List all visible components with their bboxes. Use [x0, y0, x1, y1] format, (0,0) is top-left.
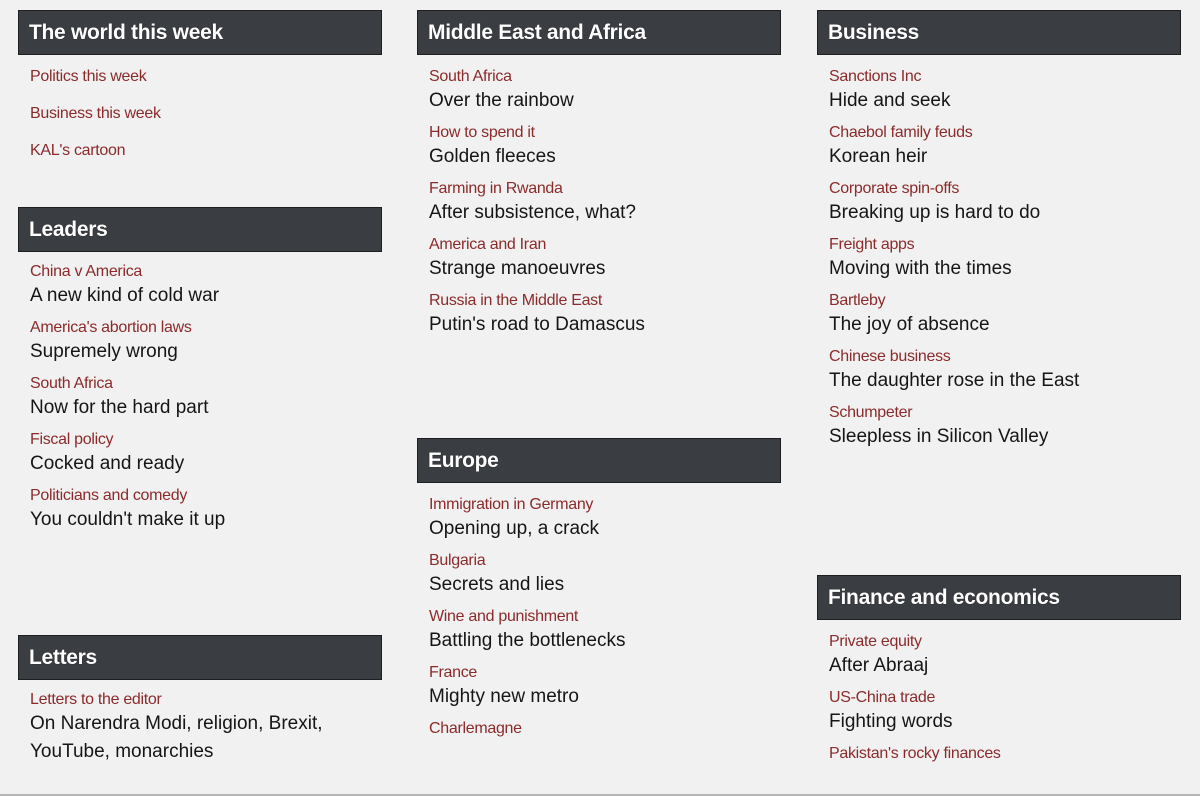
article-headline[interactable]: Supremely wrong — [30, 338, 382, 366]
section-header[interactable]: Business — [817, 10, 1181, 55]
section-world-this-week: The world this week Politics this week B… — [18, 10, 382, 161]
article-headline[interactable]: Breaking up is hard to do — [829, 199, 1181, 227]
article-headline[interactable]: Korean heir — [829, 143, 1181, 171]
article-rubric[interactable]: Private equity — [829, 632, 1181, 652]
section-middle-east-africa: Middle East and Africa South Africa Over… — [417, 10, 781, 339]
article-item[interactable]: Fiscal policy Cocked and ready — [30, 430, 382, 478]
article-rubric[interactable]: Letters to the editor — [30, 690, 352, 710]
section-header[interactable]: Middle East and Africa — [417, 10, 781, 55]
article-item[interactable]: Farming in Rwanda After subsistence, wha… — [429, 179, 781, 227]
article-headline[interactable]: You couldn't make it up — [30, 506, 382, 534]
link-kals-cartoon[interactable]: KAL's cartoon — [30, 141, 382, 161]
article-item[interactable]: Letters to the editor On Narendra Modi, … — [30, 690, 352, 766]
section-leaders: Leaders China v America A new kind of co… — [18, 207, 382, 542]
article-rubric[interactable]: How to spend it — [429, 123, 781, 143]
section-business: Business Sanctions Inc Hide and seek Cha… — [817, 10, 1181, 451]
article-headline[interactable]: On Narendra Modi, religion, Brexit, YouT… — [30, 710, 352, 766]
article-rubric[interactable]: Corporate spin-offs — [829, 179, 1181, 199]
article-item[interactable]: Wine and punishment Battling the bottlen… — [429, 607, 781, 655]
column-3: Business Sanctions Inc Hide and seek Cha… — [817, 10, 1181, 762]
article-headline[interactable]: Opening up, a crack — [429, 515, 781, 543]
article-headline[interactable]: Secrets and lies — [429, 571, 781, 599]
article-headline[interactable]: Golden fleeces — [429, 143, 781, 171]
article-rubric[interactable]: Chaebol family feuds — [829, 123, 1181, 143]
article-item[interactable]: Russia in the Middle East Putin's road t… — [429, 291, 781, 339]
link-business-this-week[interactable]: Business this week — [30, 104, 382, 124]
article-item[interactable]: Schumpeter Sleepless in Silicon Valley — [829, 403, 1181, 451]
article-rubric[interactable]: US-China trade — [829, 688, 1181, 708]
article-rubric[interactable]: Chinese business — [829, 347, 1181, 367]
article-item[interactable]: Immigration in Germany Opening up, a cra… — [429, 495, 781, 543]
article-headline[interactable]: Fighting words — [829, 708, 1181, 736]
article-rubric[interactable]: Russia in the Middle East — [429, 291, 781, 311]
section-letters: Letters Letters to the editor On Narendr… — [18, 635, 382, 774]
section-europe: Europe Immigration in Germany Opening up… — [417, 438, 781, 747]
section-header[interactable]: The world this week — [18, 10, 382, 55]
column-2: Middle East and Africa South Africa Over… — [417, 10, 781, 737]
section-header[interactable]: Finance and economics — [817, 575, 1181, 620]
article-headline[interactable]: Mighty new metro — [429, 683, 781, 711]
article-rubric[interactable]: Schumpeter — [829, 403, 1181, 423]
article-rubric[interactable]: Freight apps — [829, 235, 1181, 255]
article-rubric[interactable]: South Africa — [429, 67, 781, 87]
article-rubric[interactable]: Fiscal policy — [30, 430, 382, 450]
article-headline[interactable]: Hide and seek — [829, 87, 1181, 115]
article-headline[interactable]: Battling the bottlenecks — [429, 627, 781, 655]
article-item[interactable]: Chinese business The daughter rose in th… — [829, 347, 1181, 395]
article-rubric[interactable]: Wine and punishment — [429, 607, 781, 627]
article-rubric[interactable]: Immigration in Germany — [429, 495, 781, 515]
article-headline[interactable]: Strange manoeuvres — [429, 255, 781, 283]
article-item[interactable]: China v America A new kind of cold war — [30, 262, 382, 310]
article-item[interactable]: How to spend it Golden fleeces — [429, 123, 781, 171]
article-headline[interactable]: After Abraaj — [829, 652, 1181, 680]
article-headline[interactable]: A new kind of cold war — [30, 282, 382, 310]
article-item[interactable]: Chaebol family feuds Korean heir — [829, 123, 1181, 171]
article-rubric[interactable]: America and Iran — [429, 235, 781, 255]
section-header[interactable]: Letters — [18, 635, 382, 680]
article-headline[interactable]: Sleepless in Silicon Valley — [829, 423, 1181, 451]
section-header[interactable]: Europe — [417, 438, 781, 483]
article-item[interactable]: Pakistan's rocky finances — [829, 744, 1181, 764]
article-rubric[interactable]: America's abortion laws — [30, 318, 382, 338]
article-item[interactable]: Charlemagne — [429, 719, 781, 739]
article-rubric[interactable]: Pakistan's rocky finances — [829, 744, 1181, 764]
article-rubric[interactable]: Sanctions Inc — [829, 67, 1181, 87]
article-item[interactable]: Bulgaria Secrets and lies — [429, 551, 781, 599]
article-headline[interactable]: Now for the hard part — [30, 394, 382, 422]
article-item[interactable]: France Mighty new metro — [429, 663, 781, 711]
link-politics-this-week[interactable]: Politics this week — [30, 67, 382, 87]
article-headline[interactable]: After subsistence, what? — [429, 199, 781, 227]
bottom-edge — [0, 796, 1200, 800]
article-rubric[interactable]: France — [429, 663, 781, 683]
article-item[interactable]: South Africa Now for the hard part — [30, 374, 382, 422]
article-item[interactable]: America and Iran Strange manoeuvres — [429, 235, 781, 283]
article-rubric[interactable]: China v America — [30, 262, 382, 282]
article-rubric[interactable]: Farming in Rwanda — [429, 179, 781, 199]
article-rubric[interactable]: Politicians and comedy — [30, 486, 382, 506]
section-header[interactable]: Leaders — [18, 207, 382, 252]
article-rubric[interactable]: Charlemagne — [429, 719, 781, 739]
article-rubric[interactable]: Bulgaria — [429, 551, 781, 571]
section-finance-economics: Finance and economics Private equity Aft… — [817, 575, 1181, 772]
article-rubric[interactable]: Bartleby — [829, 291, 1181, 311]
article-item[interactable]: Private equity After Abraaj — [829, 632, 1181, 680]
column-1: The world this week Politics this week B… — [18, 10, 382, 762]
article-item[interactable]: South Africa Over the rainbow — [429, 67, 781, 115]
article-headline[interactable]: Over the rainbow — [429, 87, 781, 115]
article-item[interactable]: US-China trade Fighting words — [829, 688, 1181, 736]
article-item[interactable]: Politicians and comedy You couldn't make… — [30, 486, 382, 534]
article-item[interactable]: Corporate spin-offs Breaking up is hard … — [829, 179, 1181, 227]
article-headline[interactable]: The joy of absence — [829, 311, 1181, 339]
article-item[interactable]: America's abortion laws Supremely wrong — [30, 318, 382, 366]
article-headline[interactable]: Cocked and ready — [30, 450, 382, 478]
article-item[interactable]: Sanctions Inc Hide and seek — [829, 67, 1181, 115]
article-item[interactable]: Freight apps Moving with the times — [829, 235, 1181, 283]
article-rubric[interactable]: South Africa — [30, 374, 382, 394]
article-item[interactable]: Bartleby The joy of absence — [829, 291, 1181, 339]
article-headline[interactable]: The daughter rose in the East — [829, 367, 1181, 395]
article-headline[interactable]: Putin's road to Damascus — [429, 311, 781, 339]
article-headline[interactable]: Moving with the times — [829, 255, 1181, 283]
